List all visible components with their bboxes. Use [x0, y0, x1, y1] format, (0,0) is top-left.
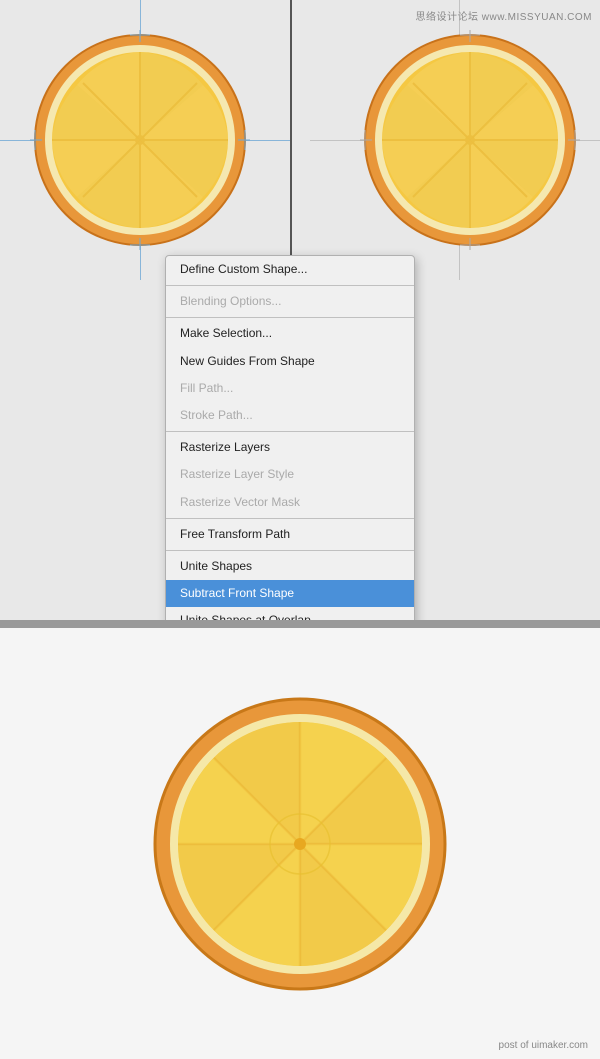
menu-item-new-guides-from-shape[interactable]: New Guides From Shape	[166, 348, 414, 375]
bottom-canvas-section: post of uimaker.com	[0, 628, 600, 1059]
watermark: 思络设计论坛 www.MISSYUAN.COM	[415, 8, 592, 23]
menu-separator-2	[166, 317, 414, 318]
menu-item-define-custom-shape[interactable]: Define Custom Shape...	[166, 256, 414, 283]
menu-item-rasterize-vector-mask: Rasterize Vector Mask	[166, 489, 414, 516]
menu-separator-4	[166, 518, 414, 519]
menu-item-subtract-front-shape[interactable]: Subtract Front Shape	[166, 580, 414, 607]
menu-separator-5	[166, 550, 414, 551]
menu-item-fill-path: Fill Path...	[166, 375, 414, 402]
fruit-result	[150, 694, 450, 994]
menu-separator-3	[166, 431, 414, 432]
menu-item-unite-shapes-at-overlap[interactable]: Unite Shapes at Overlap	[166, 607, 414, 620]
menu-item-blending-options: Blending Options...	[166, 288, 414, 315]
footer-text: post of uimaker.com	[499, 1040, 588, 1051]
top-canvas-section: 思络设计论坛 www.MISSYUAN.COM	[0, 0, 600, 620]
fruit-left	[30, 30, 250, 250]
menu-item-free-transform-path[interactable]: Free Transform Path	[166, 521, 414, 548]
menu-item-rasterize-layers[interactable]: Rasterize Layers	[166, 434, 414, 461]
section-divider	[0, 620, 600, 628]
canvas-vertical-divider	[290, 0, 292, 280]
menu-item-stroke-path: Stroke Path...	[166, 402, 414, 429]
menu-separator-1	[166, 285, 414, 286]
fruit-right	[360, 30, 580, 250]
menu-item-unite-shapes[interactable]: Unite Shapes	[166, 553, 414, 580]
context-menu: Define Custom Shape... Blending Options.…	[165, 255, 415, 620]
menu-item-rasterize-layer-style: Rasterize Layer Style	[166, 461, 414, 488]
menu-item-make-selection[interactable]: Make Selection...	[166, 320, 414, 347]
